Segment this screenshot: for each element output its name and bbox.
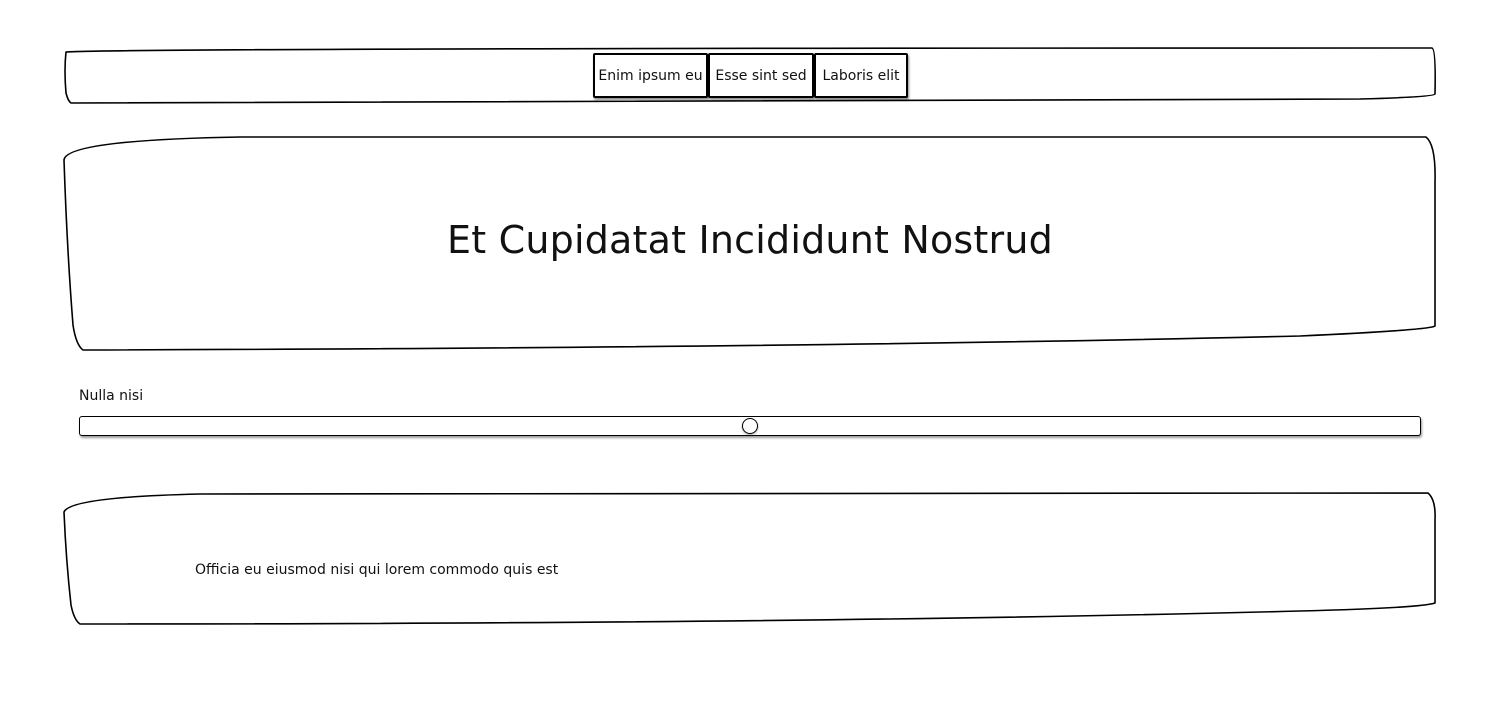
nav-button-enim-ipsum-eu[interactable]: Enim ipsum eu	[593, 53, 708, 98]
slider-thumb[interactable]	[742, 418, 758, 434]
top-nav: Enim ipsum eu Esse sint sed Laboris elit	[593, 53, 908, 98]
footer-panel-outline	[63, 492, 1436, 625]
hero-title: Et Cupidatat Incididunt Nostrud	[447, 217, 1053, 262]
sketch-outlines	[63, 47, 1436, 625]
nav-button-esse-sint-sed[interactable]: Esse sint sed	[708, 53, 814, 98]
nav-button-laboris-elit[interactable]: Laboris elit	[814, 53, 908, 98]
slider-track[interactable]	[79, 416, 1421, 436]
footer-text: Officia eu eiusmod nisi qui lorem commod…	[195, 562, 559, 578]
slider-label: Nulla nisi	[79, 388, 144, 404]
